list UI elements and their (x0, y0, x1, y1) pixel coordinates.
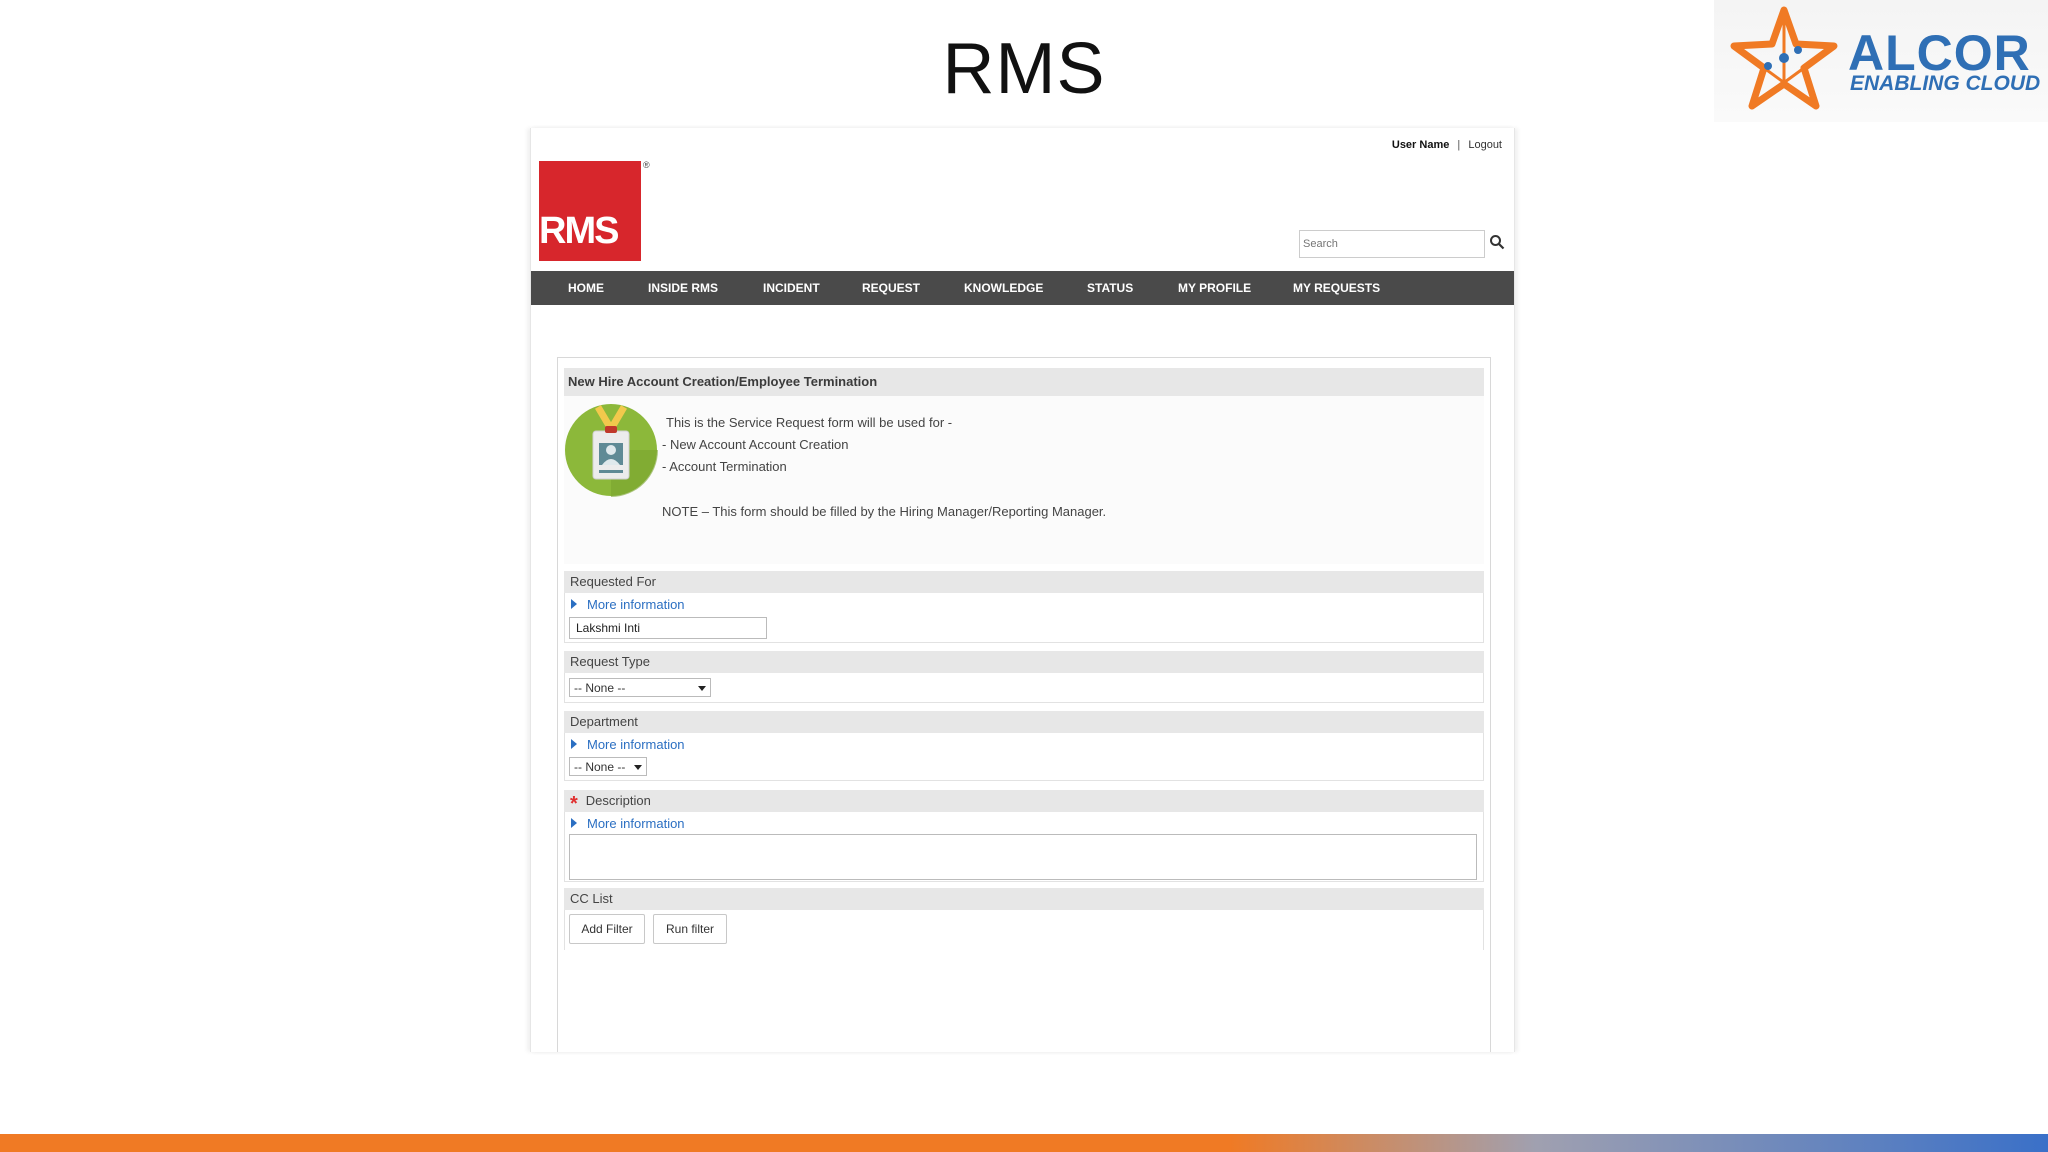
intro-line-2: - New Account Account Creation (662, 437, 849, 452)
description-panel: More information (564, 812, 1484, 882)
rms-portal-screenshot: User Name | Logout RMS ® HOME INSIDE RMS… (530, 128, 1515, 1052)
expand-triangle-icon (571, 599, 577, 609)
form-note: NOTE – This form should be filled by the… (662, 504, 1107, 519)
alcor-star-icon (1730, 6, 1838, 110)
alcor-tagline: ENABLING CLOUD (1850, 72, 2041, 95)
dropdown-caret-icon (634, 765, 642, 770)
rms-logo-text: RMS (539, 210, 619, 252)
nav-my-requests[interactable]: MY REQUESTS (1293, 271, 1380, 305)
search-input[interactable] (1299, 230, 1485, 258)
more-info-label: More information (587, 737, 685, 752)
cc-list-panel: Add Filter Run filter (564, 910, 1484, 950)
request-type-select[interactable]: -- None -- (569, 678, 711, 697)
form-title: New Hire Account Creation/Employee Termi… (564, 368, 1484, 396)
request-type-label: Request Type (564, 651, 1484, 673)
user-links-separator: | (1457, 139, 1461, 151)
description-more-info[interactable]: More information (571, 816, 685, 831)
nav-request[interactable]: REQUEST (862, 271, 920, 305)
requested-for-input[interactable] (569, 617, 767, 639)
nav-knowledge[interactable]: KNOWLEDGE (964, 271, 1043, 305)
logout-link[interactable]: Logout (1468, 139, 1502, 151)
expand-triangle-icon (571, 739, 577, 749)
run-filter-button[interactable]: Run filter (653, 914, 727, 944)
main-nav: HOME INSIDE RMS INCIDENT REQUEST KNOWLED… (531, 271, 1514, 305)
intro-line-1: This is the Service Request form will be… (666, 415, 953, 430)
nav-home[interactable]: HOME (568, 271, 604, 305)
user-name-link[interactable]: User Name (1392, 139, 1449, 151)
expand-triangle-icon (571, 818, 577, 828)
service-request-form: New Hire Account Creation/Employee Termi… (557, 357, 1491, 1052)
form-intro: This is the Service Request form will be… (564, 396, 1484, 564)
request-type-panel: -- None -- (564, 673, 1484, 703)
more-info-label: More information (587, 597, 685, 612)
nav-incident[interactable]: INCIDENT (763, 271, 820, 305)
description-label: Description (585, 793, 651, 808)
department-panel: More information -- None -- (564, 733, 1484, 781)
dropdown-caret-icon (698, 686, 706, 691)
description-textarea[interactable] (569, 834, 1477, 880)
footer-color-bar (0, 1134, 2048, 1152)
cc-list-label: CC List (564, 888, 1484, 910)
intro-line-3: - Account Termination (662, 459, 787, 474)
rms-logo[interactable]: RMS (539, 161, 641, 261)
registered-mark: ® (643, 160, 650, 170)
add-filter-button[interactable]: Add Filter (569, 914, 645, 944)
id-badge-icon (565, 404, 658, 497)
department-select[interactable]: -- None -- (569, 757, 647, 776)
department-more-info[interactable]: More information (571, 737, 685, 752)
requested-for-more-info[interactable]: More information (571, 597, 685, 612)
requested-for-label: Requested For (564, 571, 1484, 593)
description-label-bar: * Description (564, 790, 1484, 815)
requested-for-panel: More information (564, 593, 1484, 643)
department-selected: -- None -- (574, 760, 626, 774)
nav-my-profile[interactable]: MY PROFILE (1178, 271, 1251, 305)
alcor-logo: ALCOR ENABLING CLOUD (1714, 0, 2048, 122)
search-icon[interactable] (1489, 234, 1505, 250)
slide: RMS ALCOR ENABLING CLOUD User Name | Log… (0, 0, 2048, 1152)
department-label: Department (564, 711, 1484, 733)
nav-status[interactable]: STATUS (1087, 271, 1133, 305)
nav-inside-rms[interactable]: INSIDE RMS (648, 271, 718, 305)
more-info-label: More information (587, 816, 685, 831)
user-links: User Name | Logout (1392, 139, 1502, 151)
request-type-selected: -- None -- (574, 681, 626, 695)
